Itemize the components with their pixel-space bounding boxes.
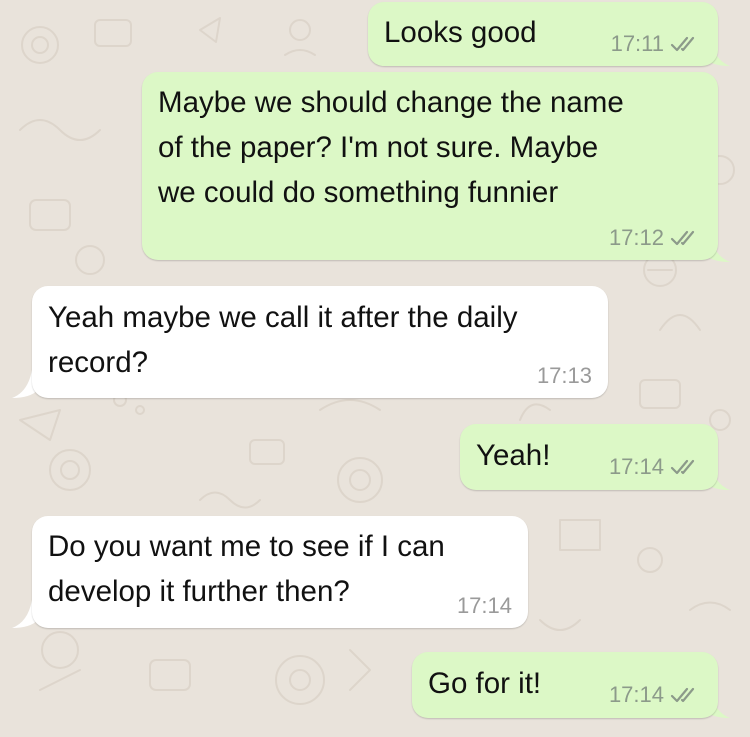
message-timestamp: 17:11: [610, 31, 664, 56]
message-timestamp: 17:14: [456, 593, 512, 618]
double-check-icon: [670, 687, 695, 703]
message-meta: 17:14: [457, 593, 512, 619]
message-timestamp: 17:13: [536, 363, 592, 388]
message-text-line: record?: [48, 346, 149, 379]
message-text-line: Yeah maybe we call it after the daily: [48, 301, 518, 334]
incoming-message[interactable]: Do you want me to see if I can develop i…: [32, 516, 528, 628]
message-text-line: Do you want me to see if I can: [48, 530, 445, 563]
outgoing-message[interactable]: Looks good 17:11: [368, 2, 718, 66]
message-text-line: of the paper? I'm not sure. Maybe: [158, 131, 599, 164]
message-meta: 17:14: [609, 454, 700, 480]
message-text: Looks good: [384, 16, 537, 49]
message-text: Yeah!: [476, 439, 551, 472]
message-text: Go for it!: [428, 667, 542, 700]
message-meta: 17:11: [611, 31, 700, 57]
double-check-icon: [670, 230, 695, 246]
double-check-icon: [670, 36, 695, 52]
message-timestamp: 17:14: [608, 454, 664, 479]
message-meta: 17:12: [609, 225, 700, 251]
incoming-message[interactable]: Yeah maybe we call it after the daily re…: [32, 286, 608, 398]
outgoing-message[interactable]: Maybe we should change the name of the p…: [142, 72, 718, 260]
message-timestamp: 17:12: [608, 225, 664, 250]
message-text-line: we could do something funnier: [158, 176, 559, 209]
double-check-icon: [670, 459, 695, 475]
message-meta: 17:13: [537, 363, 592, 389]
message-timestamp: 17:14: [608, 682, 664, 707]
message-text-line: develop it further then?: [48, 575, 350, 608]
outgoing-message[interactable]: Yeah! 17:14: [460, 424, 718, 490]
message-meta: 17:14: [609, 682, 700, 708]
outgoing-message[interactable]: Go for it! 17:14: [412, 652, 718, 718]
message-text-line: Maybe we should change the name: [158, 86, 624, 119]
